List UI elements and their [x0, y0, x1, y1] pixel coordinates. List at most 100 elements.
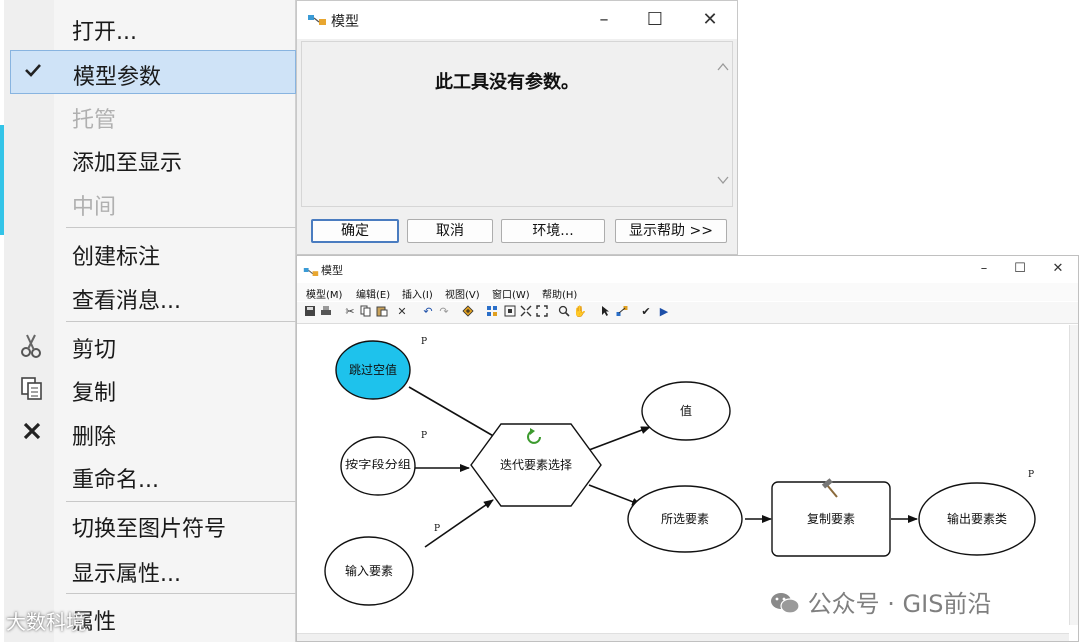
- menu-item-label: 托管: [72, 108, 117, 133]
- menu-item-label: 中间: [72, 195, 117, 220]
- select-pointer-icon[interactable]: [599, 305, 613, 319]
- paste-icon[interactable]: [375, 305, 389, 319]
- ok-button[interactable]: 确定: [311, 219, 399, 243]
- connector-iterator-to-selected: [588, 484, 642, 506]
- redo-icon[interactable]: ↷: [437, 305, 451, 319]
- param-marker: P: [434, 524, 440, 534]
- menu-separator: [66, 227, 296, 228]
- watermark-left: 大数科境: [6, 606, 86, 635]
- menu-window[interactable]: 窗口(W): [492, 286, 530, 301]
- pan-hand-icon[interactable]: ✋: [573, 305, 587, 319]
- node-selected-features[interactable]: 所选要素: [627, 485, 743, 553]
- canvas-vertical-scrollbar[interactable]: [1069, 325, 1078, 625]
- node-iterator-label: 迭代要素选择: [500, 458, 572, 472]
- menu-help[interactable]: 帮助(H): [542, 286, 577, 301]
- scissors-icon[interactable]: ✂: [343, 305, 357, 319]
- checkmark-icon: [19, 59, 47, 87]
- param-marker: P: [421, 431, 427, 441]
- menu-item-open[interactable]: 打开...: [4, 6, 296, 50]
- environments-button[interactable]: 环境...: [501, 219, 605, 243]
- copy-icon[interactable]: [359, 305, 373, 319]
- minimize-button[interactable]: –: [971, 259, 997, 279]
- close-button[interactable]: ✕: [1045, 259, 1071, 279]
- menu-item-view-messages[interactable]: 查看消息...: [4, 275, 296, 319]
- param-marker: P: [421, 337, 427, 347]
- print-icon[interactable]: [319, 305, 333, 319]
- node-group-by-field[interactable]: 按字段分组 P: [340, 431, 427, 496]
- canvas-horizontal-scrollbar[interactable]: [297, 633, 1069, 641]
- node-input-features[interactable]: 输入要素 P: [324, 524, 440, 606]
- delete-icon[interactable]: ✕: [395, 305, 409, 319]
- auto-layout-icon[interactable]: [485, 305, 499, 319]
- menu-edit[interactable]: 编辑(E): [356, 286, 390, 301]
- watermark-right-text: 公众号 · GIS前沿: [807, 590, 992, 618]
- undo-icon[interactable]: ↶: [421, 305, 435, 319]
- menu-bar: 模型(M) 编辑(E) 插入(I) 视图(V) 窗口(W) 帮助(H): [297, 283, 1078, 301]
- fixed-zoom-in-icon[interactable]: [519, 305, 533, 319]
- node-output-feature-class[interactable]: 输出要素类 P: [918, 470, 1036, 556]
- menu-item-delete[interactable]: 删除: [4, 411, 296, 455]
- dialog-titlebar: 模型 – ☐ ✕: [297, 1, 737, 39]
- connect-icon[interactable]: [615, 305, 629, 319]
- wechat-icon: [771, 593, 800, 614]
- node-copy-features-label: 复制要素: [807, 512, 855, 526]
- param-marker: P: [1028, 470, 1034, 480]
- menu-item-rename[interactable]: 重命名...: [4, 454, 296, 498]
- model-builder-titlebar: 模型 – ☐ ✕: [297, 256, 1078, 282]
- menu-item-label: 打开...: [72, 20, 137, 45]
- menu-item-model-parameters[interactable]: 模型参数: [10, 50, 296, 94]
- zoom-in-icon[interactable]: [557, 305, 571, 319]
- menu-view[interactable]: 视图(V): [445, 286, 480, 301]
- menu-separator: [66, 321, 296, 322]
- watermark-left-text: 大数科境: [6, 610, 86, 634]
- node-iterate-feature-selection[interactable]: 迭代要素选择: [470, 423, 602, 507]
- add-data-icon[interactable]: [461, 305, 475, 319]
- node-value[interactable]: 值: [641, 381, 731, 441]
- delete-icon: [18, 419, 46, 447]
- close-button[interactable]: ✕: [695, 7, 725, 33]
- node-skip-null-label: 跳过空值: [349, 362, 397, 377]
- node-output-feature-class-label: 输出要素类: [947, 511, 1007, 526]
- minimize-button[interactable]: –: [589, 7, 619, 33]
- dialog-title: 模型: [331, 14, 359, 30]
- menu-item-create-label[interactable]: 创建标注: [4, 231, 296, 275]
- model-parameters-dialog: 模型 – ☐ ✕ 此工具没有参数。 确定 取消 环境... 显示帮助 >>: [296, 0, 738, 255]
- node-input-features-label: 输入要素: [345, 563, 393, 578]
- screen: 打开... 模型参数 托管 添加至显示 中间 创建标注 查看消息... 剪切 复…: [0, 0, 1080, 642]
- menu-item-label: 添加至显示: [72, 151, 183, 176]
- menu-item-switch-to-picture-symbol[interactable]: 切换至图片符号: [4, 503, 296, 547]
- node-selected-features-label: 所选要素: [661, 512, 709, 526]
- maximize-button[interactable]: ☐: [640, 7, 670, 33]
- model-icon: [303, 263, 321, 277]
- dialog-scrollbar[interactable]: [714, 42, 732, 206]
- node-group-by-field-label: 按字段分组: [345, 457, 411, 471]
- menu-item-add-to-display[interactable]: 添加至显示: [4, 137, 296, 181]
- save-icon[interactable]: [303, 305, 317, 319]
- menu-item-copy[interactable]: 复制: [4, 367, 296, 411]
- menu-item-label: 删除: [72, 425, 117, 450]
- model-icon: [307, 12, 326, 26]
- menu-item-label: 剪切: [72, 338, 117, 363]
- menu-insert[interactable]: 插入(I): [402, 286, 433, 301]
- menu-item-label: 模型参数: [73, 65, 162, 90]
- menu-item-cut[interactable]: 剪切: [4, 324, 296, 368]
- fixed-zoom-out-icon[interactable]: [535, 305, 549, 319]
- menu-item-label: 查看消息...: [72, 289, 181, 314]
- model-builder-title: 模型: [321, 264, 343, 277]
- menu-item-intermediate: 中间: [4, 181, 296, 225]
- show-help-button[interactable]: 显示帮助 >>: [615, 219, 727, 243]
- scissors-icon: [18, 332, 46, 360]
- menu-model[interactable]: 模型(M): [306, 286, 342, 301]
- menu-item-label: 显示属性...: [72, 562, 181, 587]
- node-copy-features[interactable]: 复制要素: [771, 478, 891, 557]
- menu-item-label: 重命名...: [72, 468, 159, 493]
- menu-item-show-properties[interactable]: 显示属性...: [4, 548, 296, 592]
- menu-item-label: 复制: [72, 381, 117, 406]
- cancel-button[interactable]: 取消: [407, 219, 493, 243]
- watermark-wechat: 公众号 · GIS前沿: [770, 584, 992, 618]
- full-extent-icon[interactable]: [503, 305, 517, 319]
- validate-icon[interactable]: ✔: [639, 305, 653, 319]
- run-icon[interactable]: ▶: [657, 305, 671, 319]
- maximize-button[interactable]: ☐: [1007, 259, 1033, 279]
- toolbar: ✂ ✕ ↶ ↷ ✋ ✔ ▶: [297, 302, 1078, 324]
